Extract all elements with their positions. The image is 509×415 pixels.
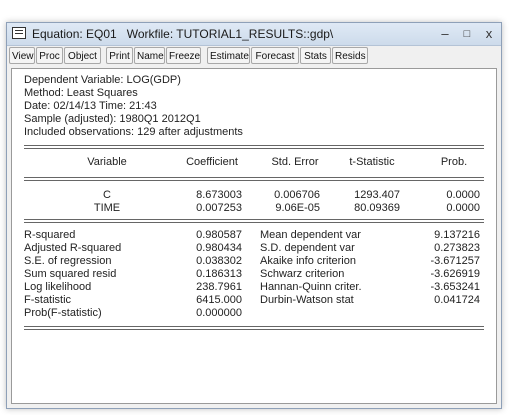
coef-row-coefficient: 0.007253 [196,202,242,214]
minimize-icon[interactable]: – [437,25,453,43]
col-header-variable: Variable [87,156,127,168]
col-header-std-error: Std. Error [271,156,319,168]
stat-value: 238.7961 [196,281,242,293]
stat-label: Prob(F-statistic) [24,307,102,319]
stat-label: Sum squared resid [24,268,117,280]
coef-row-std-error: 0.006706 [274,189,320,201]
observations-line: Included observations: 129 after adjustm… [24,126,243,138]
stat-value: 0.186313 [196,268,242,280]
object-button[interactable]: Object [64,47,101,64]
title-equation: Equation: EQ01 [32,27,117,41]
stat-label: Durbin-Watson stat [260,294,354,306]
stats-top-rule-2 [24,222,484,223]
stats-bottom-rule-2 [24,329,484,330]
stat-label: S.E. of regression [24,255,112,267]
stat-value: -3.653241 [430,281,480,293]
title-bar[interactable]: Equation: EQ01 Workfile: TUTORIAL1_RESULT… [7,23,501,46]
coef-row-prob: 0.0000 [446,189,480,201]
stat-label: Hannan-Quinn criter. [260,281,362,293]
title-workfile: Workfile: TUTORIAL1_RESULTS::gdp\ [126,27,334,41]
col-header-t-statistic: t-Statistic [349,156,395,168]
dependent-variable-line: Dependent Variable: LOG(GDP) [24,74,181,86]
coef-row-t-statistic: 80.09369 [354,202,400,214]
stat-label: Mean dependent var [260,229,361,241]
coef-row-t-statistic: 1293.407 [354,189,400,201]
col-header-prob: Prob. [440,156,468,168]
maximize-icon[interactable]: □ [459,25,475,43]
forecast-button[interactable]: Forecast [251,47,299,64]
output-panel: Dependent Variable: LOG(GDP) Method: Lea… [11,68,497,404]
stat-value: 0.041724 [434,294,480,306]
coef-row-prob: 0.0000 [446,202,480,214]
stat-value: 0.000000 [196,307,242,319]
stat-label: S.D. dependent var [260,242,355,254]
stat-value: 0.038302 [196,255,242,267]
coef-row-variable: C [103,189,111,201]
stat-label: Adjusted R-squared [24,242,122,254]
stats-bottom-rule [24,326,484,327]
sample-line: Sample (adjusted): 1980Q1 2012Q1 [24,113,201,125]
method-line: Method: Least Squares [24,87,138,99]
freeze-button[interactable]: Freeze [166,47,201,64]
estimate-button[interactable]: Estimate [207,47,250,64]
table-mid-rule-2 [24,180,484,181]
stat-label: F-statistic [24,294,72,306]
stats-button[interactable]: Stats [300,47,331,64]
stat-value: 9.137216 [434,229,480,241]
coef-row-coefficient: 8.673003 [196,189,242,201]
stat-label: Schwarz criterion [260,268,345,280]
stat-label: Log likelihood [24,281,92,293]
stat-value: 6415.000 [196,294,242,306]
resids-button[interactable]: Resids [332,47,368,64]
table-top-rule-2 [24,148,484,149]
stat-value: 0.980587 [196,229,242,241]
table-top-rule [24,145,484,146]
stat-value: 0.980434 [196,242,242,254]
print-button[interactable]: Print [106,47,133,64]
close-icon[interactable]: x [481,25,497,43]
coef-row-variable: TIME [93,202,121,214]
equation-window-icon[interactable] [12,27,26,39]
stats-top-rule [24,219,484,220]
coef-row-std-error: 9.06E-05 [275,202,320,214]
stat-value: -3.671257 [430,255,480,267]
view-button[interactable]: View [9,47,35,64]
proc-button[interactable]: Proc [36,47,63,64]
name-button[interactable]: Name [134,47,165,64]
stat-label: Akaike info criterion [260,255,356,267]
equation-window: Equation: EQ01 Workfile: TUTORIAL1_RESULT… [6,22,502,409]
table-mid-rule [24,177,484,178]
window-title: Equation: EQ01 Workfile: TUTORIAL1_RESULT… [32,27,343,41]
col-header-coefficient: Coefficient [186,156,238,168]
stat-value: -3.626919 [430,268,480,280]
date-time-line: Date: 02/14/13 Time: 21:43 [24,100,157,112]
stat-label: R-squared [24,229,76,241]
stat-value: 0.273823 [434,242,480,254]
